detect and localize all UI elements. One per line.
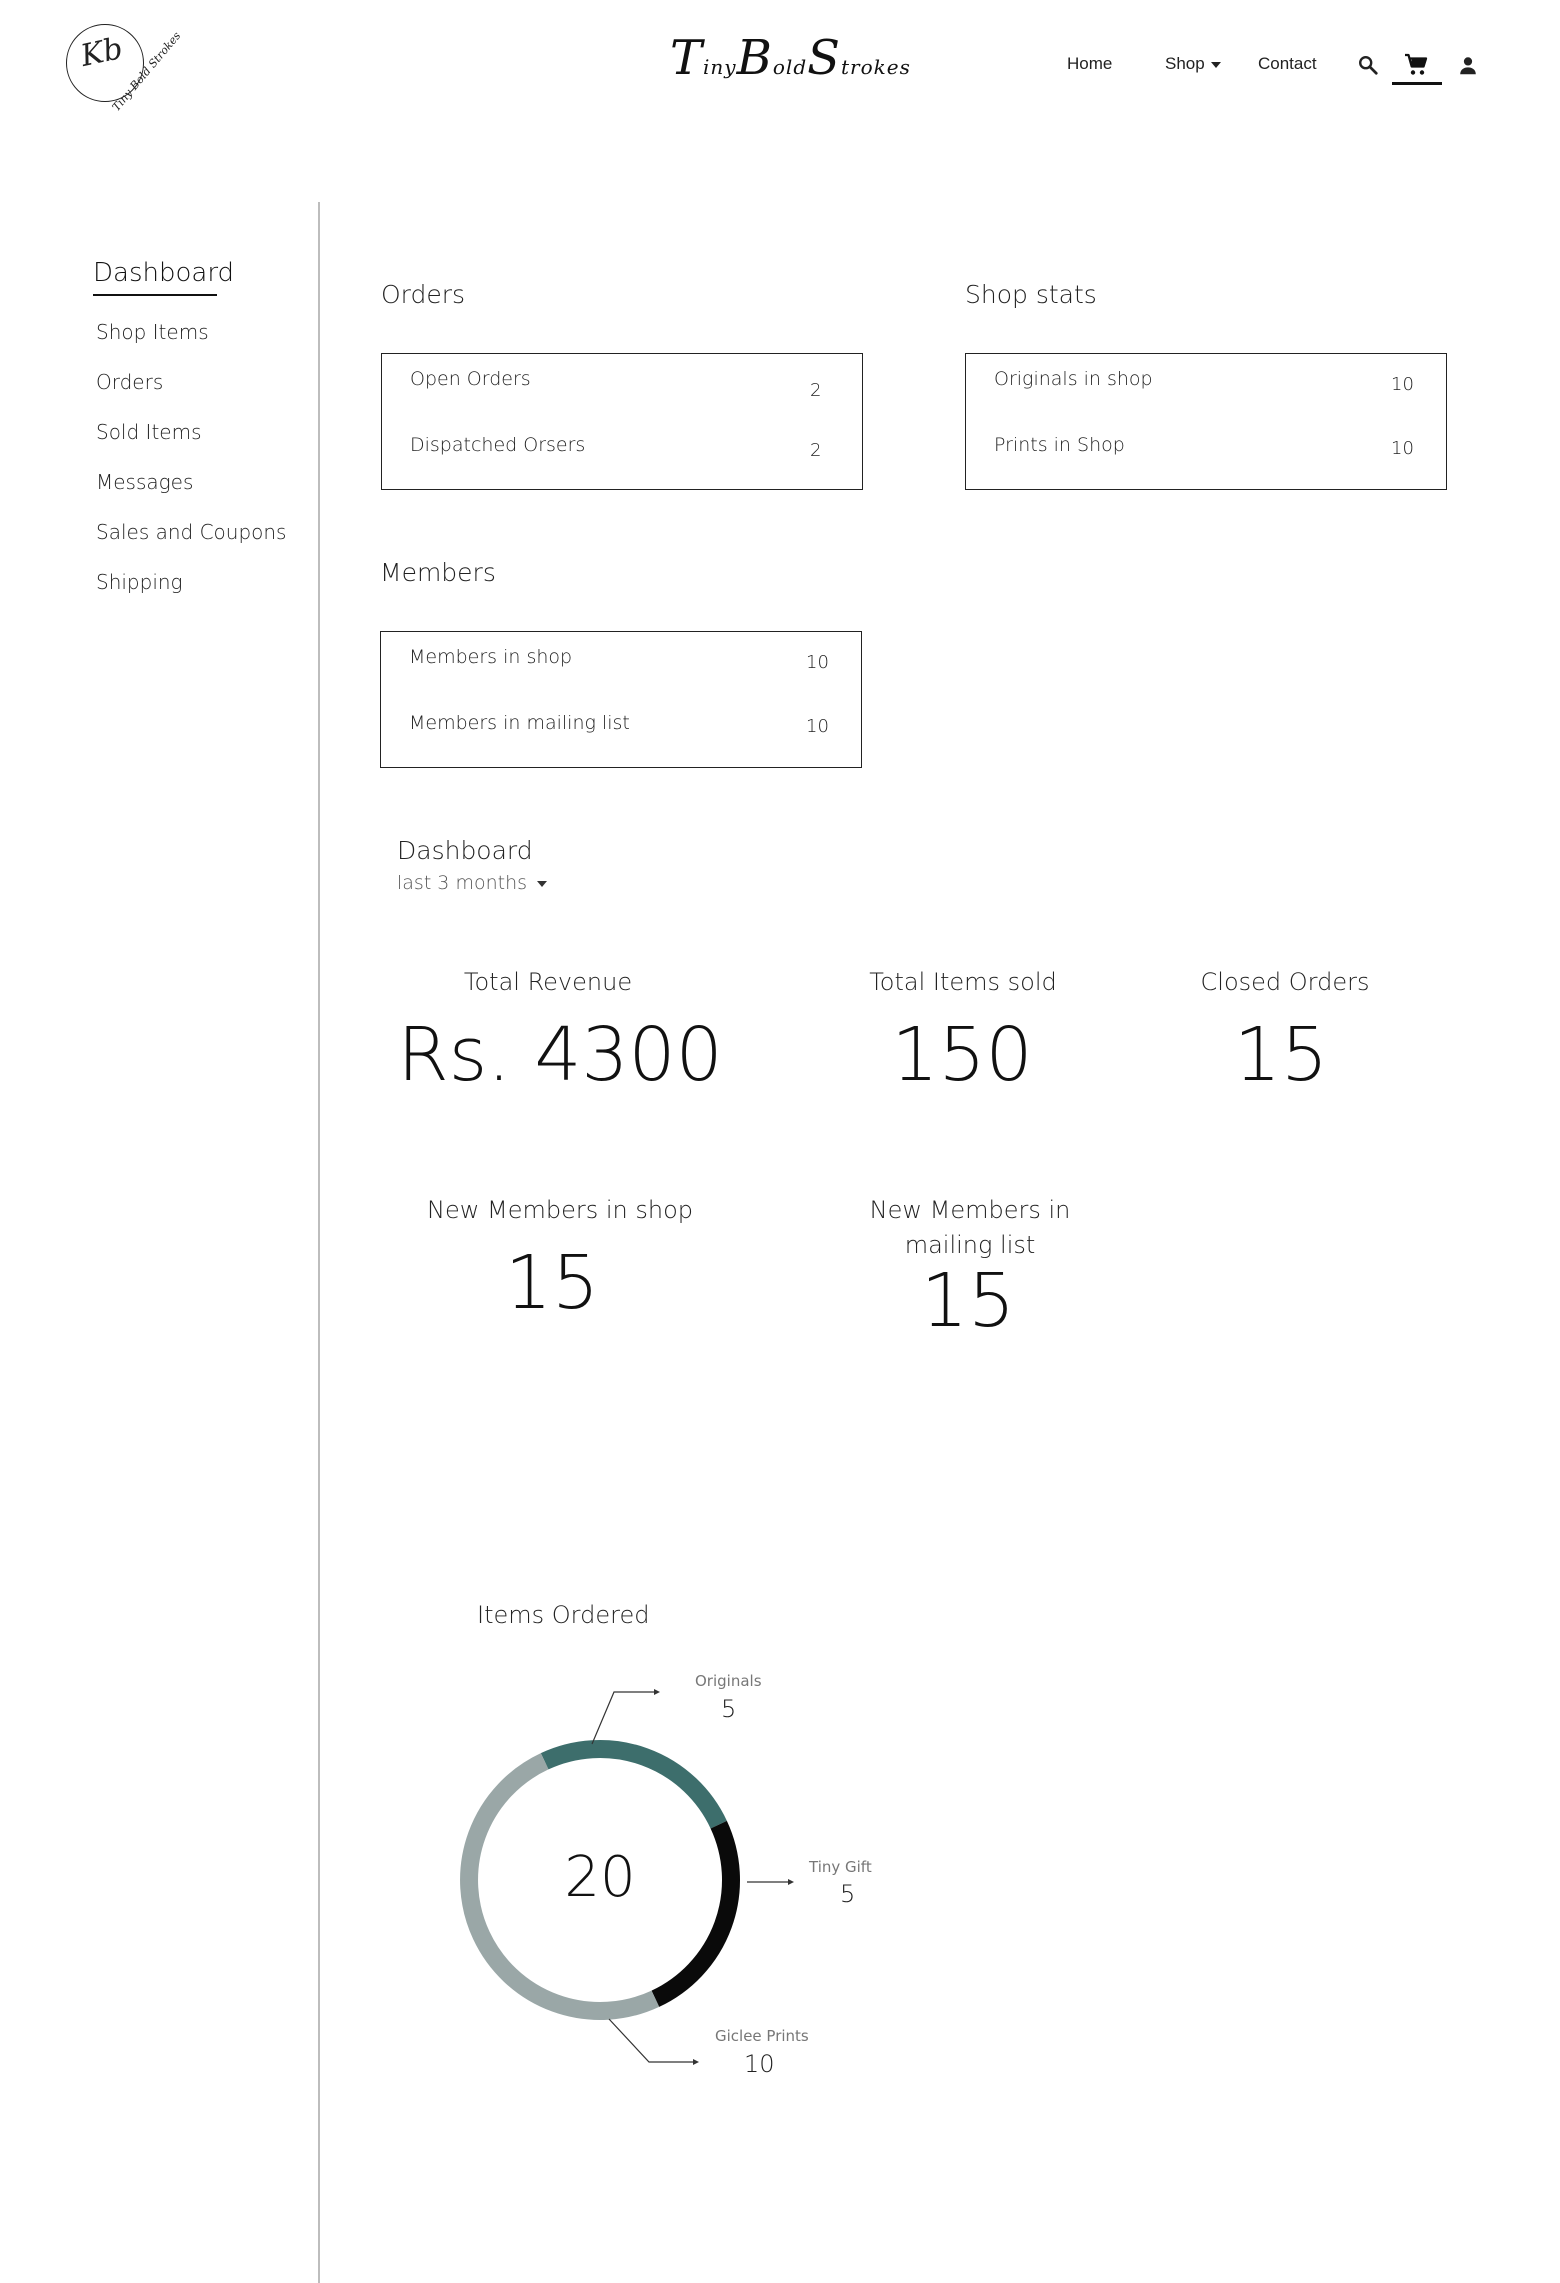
orders-box: Open Orders 2 Dispatched Orsers 2 bbox=[381, 353, 863, 490]
members-box: Members in shop 10 Members in mailing li… bbox=[380, 631, 862, 768]
members-in-shop-label: Members in shop bbox=[409, 646, 573, 668]
giclee-prints-callout-line bbox=[608, 2018, 699, 2065]
shop-logo[interactable]: Kb Tiny Bold Strokes bbox=[66, 24, 183, 114]
total-items-sold-value: 150 bbox=[891, 1012, 1033, 1098]
originals-legend-name: Originals bbox=[695, 1672, 762, 1690]
logo-monogram: Kb bbox=[77, 31, 126, 74]
new-members-shop-label: New Members in shop bbox=[427, 1196, 693, 1224]
sidebar-item-orders[interactable]: Orders bbox=[96, 370, 163, 394]
sidebar-item-dashboard[interactable]: Dashboard bbox=[93, 258, 234, 288]
chevron-down-icon bbox=[537, 880, 548, 887]
members-in-mailing-list-value: 10 bbox=[806, 716, 829, 737]
members-in-mailing-list-label: Members in mailing list bbox=[409, 712, 630, 734]
brand-name[interactable]: TinyBoldStrokes bbox=[670, 30, 911, 86]
open-orders-label: Open Orders bbox=[410, 368, 531, 390]
chevron-down-icon bbox=[1210, 61, 1221, 68]
orders-title: Orders bbox=[381, 280, 466, 309]
closed-orders-label: Closed Orders bbox=[1200, 968, 1370, 996]
nav-shop[interactable]: Shop bbox=[1165, 54, 1221, 74]
new-members-mailing-value: 15 bbox=[920, 1258, 1016, 1344]
sidebar-item-shipping[interactable]: Shipping bbox=[96, 570, 183, 594]
new-members-shop-value: 15 bbox=[504, 1240, 600, 1326]
total-revenue-value: Rs. 4300 bbox=[397, 1012, 723, 1098]
sidebar-active-underline bbox=[93, 294, 217, 296]
tiny-gift-callout-line bbox=[747, 1879, 794, 1885]
donut-segment-tiny-gift bbox=[651, 1820, 740, 2007]
items-ordered-title: Items Ordered bbox=[477, 1601, 650, 1629]
sidebar-item-sales-and-coupons[interactable]: Sales and Coupons bbox=[96, 520, 286, 544]
total-items-sold-label: Total Items sold bbox=[869, 968, 1057, 996]
new-members-mailing-label-line1: New Members in bbox=[869, 1196, 1071, 1224]
open-orders-value: 2 bbox=[810, 380, 822, 401]
total-revenue-label: Total Revenue bbox=[463, 968, 633, 996]
cart-icon[interactable] bbox=[1403, 53, 1429, 77]
giclee-prints-legend-name: Giclee Prints bbox=[715, 2027, 809, 2045]
shop-stats-title: Shop stats bbox=[965, 280, 1097, 309]
period-select-value: last 3 months bbox=[397, 872, 528, 894]
giclee-prints-legend-value: 10 bbox=[744, 2050, 775, 2078]
prints-in-shop-label: Prints in Shop bbox=[994, 434, 1125, 456]
dispatched-orders-value: 2 bbox=[810, 440, 822, 461]
originals-in-shop-value: 10 bbox=[1391, 374, 1414, 395]
nav-contact[interactable]: Contact bbox=[1258, 54, 1317, 74]
tiny-gift-legend-value: 5 bbox=[840, 1880, 856, 1908]
tiny-gift-legend-name: Tiny Gift bbox=[809, 1858, 872, 1876]
members-title: Members bbox=[380, 558, 496, 587]
donut-total: 20 bbox=[564, 1845, 636, 1910]
dispatched-orders-label: Dispatched Orsers bbox=[410, 434, 586, 456]
shop-stats-box: Originals in shop 10 Prints in Shop 10 bbox=[965, 353, 1447, 490]
originals-callout-line bbox=[591, 1689, 660, 1745]
originals-legend-value: 5 bbox=[721, 1695, 737, 1723]
prints-in-shop-value: 10 bbox=[1391, 438, 1414, 459]
originals-in-shop-label: Originals in shop bbox=[994, 368, 1153, 390]
sidebar-item-shop-items[interactable]: Shop Items bbox=[96, 320, 209, 344]
donut-segment-originals bbox=[540, 1740, 727, 1829]
nav-shop-label: Shop bbox=[1165, 54, 1205, 73]
account-icon[interactable] bbox=[1457, 55, 1479, 77]
nav-home[interactable]: Home bbox=[1067, 54, 1112, 74]
closed-orders-value: 15 bbox=[1233, 1012, 1329, 1098]
members-in-shop-value: 10 bbox=[806, 652, 829, 673]
sidebar-divider bbox=[318, 202, 320, 2283]
cart-active-underline bbox=[1392, 82, 1442, 85]
search-icon[interactable] bbox=[1357, 54, 1379, 76]
period-select[interactable]: last 3 months bbox=[397, 872, 548, 894]
dashboard-title: Dashboard bbox=[397, 836, 533, 865]
sidebar-item-sold-items[interactable]: Sold Items bbox=[96, 420, 202, 444]
sidebar-item-messages[interactable]: Messages bbox=[96, 470, 193, 494]
new-members-mailing-label-line2: mailing list bbox=[904, 1231, 1036, 1259]
